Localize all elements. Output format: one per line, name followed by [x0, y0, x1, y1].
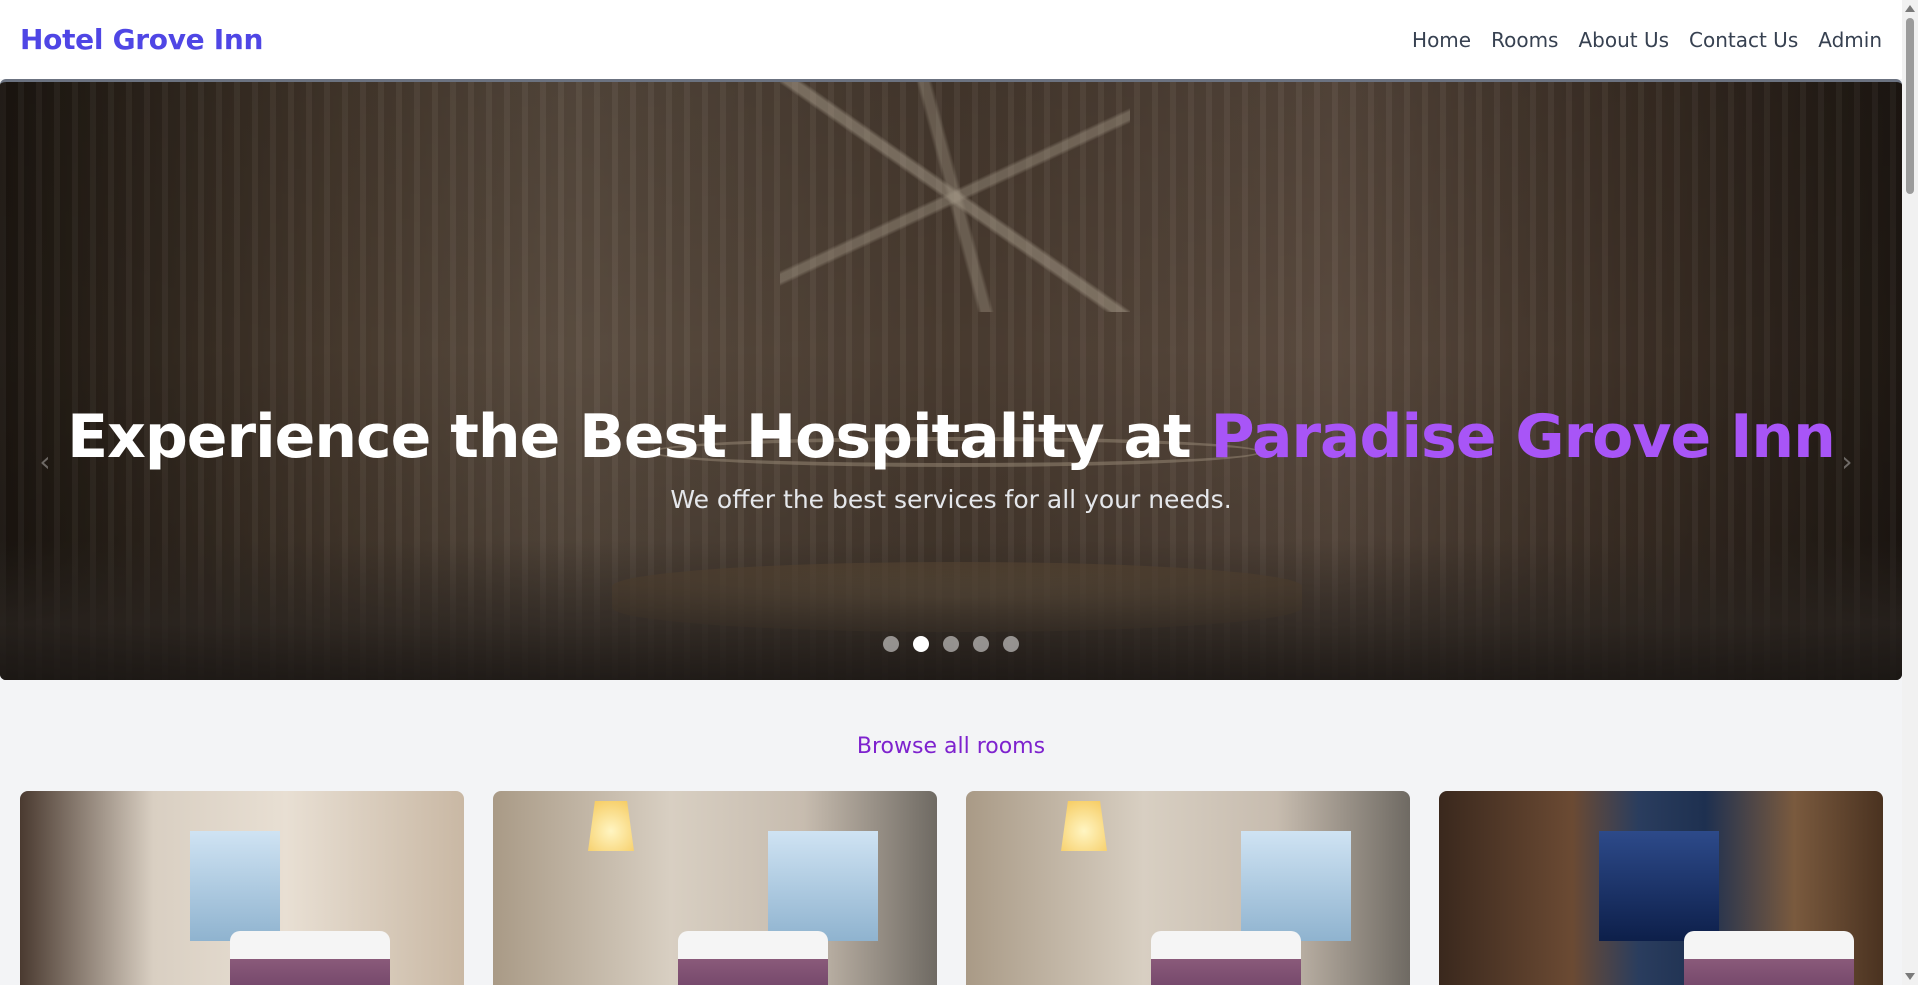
hero-title: Experience the Best Hospitality at Parad… [0, 402, 1902, 472]
nav-admin[interactable]: Admin [1818, 28, 1882, 52]
room-window [768, 831, 878, 941]
hero-title-accent: Paradise Grove Inn [1210, 402, 1836, 472]
room-card[interactable] [1439, 791, 1883, 985]
room-window [190, 831, 280, 941]
room-card[interactable] [966, 791, 1410, 985]
carousel-indicators [0, 636, 1902, 652]
room-window [1241, 831, 1351, 941]
hero-subtitle: We offer the best services for all your … [670, 485, 1232, 514]
nav-rooms[interactable]: Rooms [1491, 28, 1558, 52]
scrollbar-thumb[interactable] [1906, 18, 1914, 194]
page: Hotel Grove Inn Home Rooms About Us Cont… [0, 0, 1902, 985]
hero-title-prefix: Experience the Best Hospitality at [67, 402, 1211, 472]
nav-home[interactable]: Home [1412, 28, 1471, 52]
chevron-right-icon[interactable]: › [1832, 447, 1862, 477]
browse-rooms-link[interactable]: Browse all rooms [0, 734, 1902, 759]
room-card[interactable] [20, 791, 464, 985]
hero-overlay [0, 82, 1902, 680]
room-card[interactable] [493, 791, 937, 985]
main-nav: Home Rooms About Us Contact Us Admin [1412, 28, 1882, 52]
room-bed [1684, 931, 1854, 985]
room-bed [230, 931, 390, 985]
nav-contact-us[interactable]: Contact Us [1689, 28, 1798, 52]
carousel-dot-2[interactable] [913, 636, 929, 652]
room-bed [1151, 931, 1301, 985]
site-header: Hotel Grove Inn Home Rooms About Us Cont… [0, 0, 1902, 79]
carousel-dot-3[interactable] [943, 636, 959, 652]
room-window [1599, 831, 1719, 941]
room-lamp [1061, 801, 1107, 851]
room-bed [678, 931, 828, 985]
scroll-down-icon[interactable] [1905, 973, 1915, 980]
chevron-left-icon[interactable]: ‹ [30, 447, 60, 477]
carousel-dot-4[interactable] [973, 636, 989, 652]
brand-logo[interactable]: Hotel Grove Inn [20, 23, 264, 56]
carousel-dot-5[interactable] [1003, 636, 1019, 652]
page-scrollbar[interactable] [1902, 0, 1918, 985]
hero-carousel: Experience the Best Hospitality at Parad… [0, 79, 1902, 680]
scroll-up-icon[interactable] [1905, 5, 1915, 12]
room-lamp [588, 801, 634, 851]
rooms-grid [20, 791, 1883, 985]
carousel-dot-1[interactable] [883, 636, 899, 652]
nav-about-us[interactable]: About Us [1578, 28, 1669, 52]
